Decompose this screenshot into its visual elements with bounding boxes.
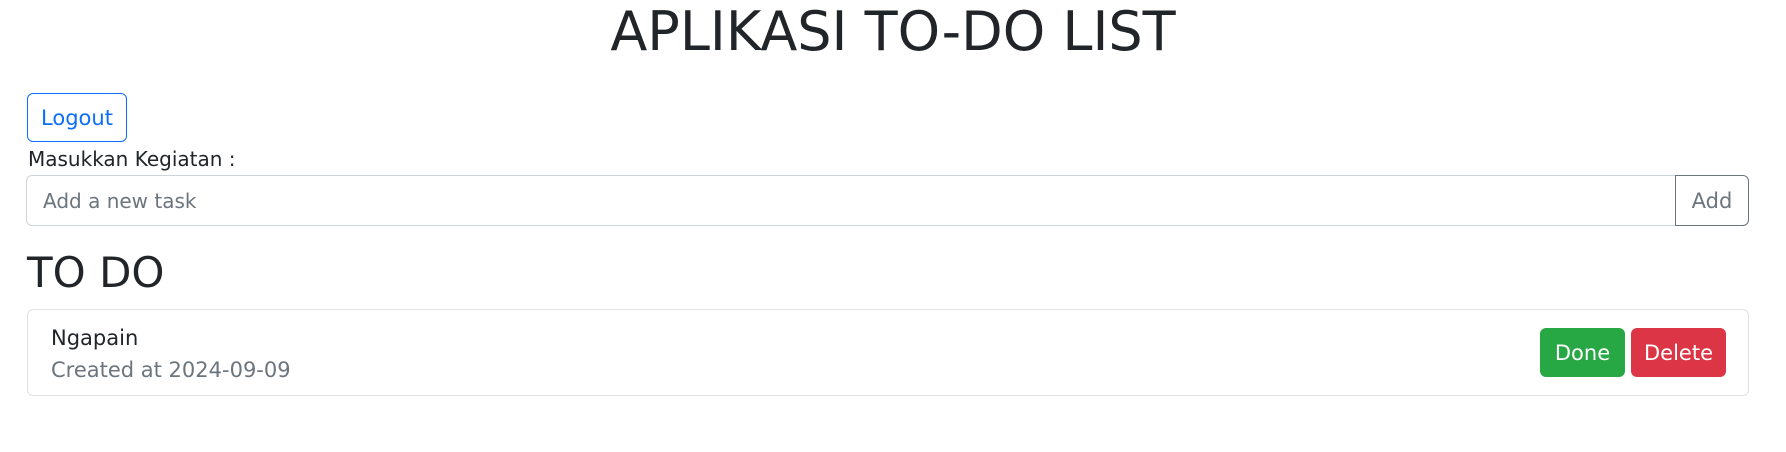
app-page: APLIKASI TO-DO LIST Logout Masukkan Kegi…: [0, 0, 1786, 452]
add-task-button[interactable]: Add: [1675, 175, 1749, 226]
todo-item-created-date: Created at 2024-09-09: [51, 358, 291, 382]
task-input-label: Masukkan Kegiatan :: [28, 147, 236, 171]
delete-button[interactable]: Delete: [1631, 328, 1726, 377]
todo-item-actions: Done Delete: [1540, 328, 1726, 377]
todo-section-title: TO DO: [27, 248, 165, 297]
todo-list: Ngapain Created at 2024-09-09 Done Delet…: [27, 309, 1749, 396]
task-input[interactable]: [26, 175, 1675, 226]
page-title: APLIKASI TO-DO LIST: [610, 0, 1176, 63]
logout-button[interactable]: Logout: [27, 93, 127, 142]
done-button[interactable]: Done: [1540, 328, 1625, 377]
todo-item-name: Ngapain: [51, 326, 139, 350]
todo-item: Ngapain Created at 2024-09-09 Done Delet…: [27, 309, 1749, 396]
